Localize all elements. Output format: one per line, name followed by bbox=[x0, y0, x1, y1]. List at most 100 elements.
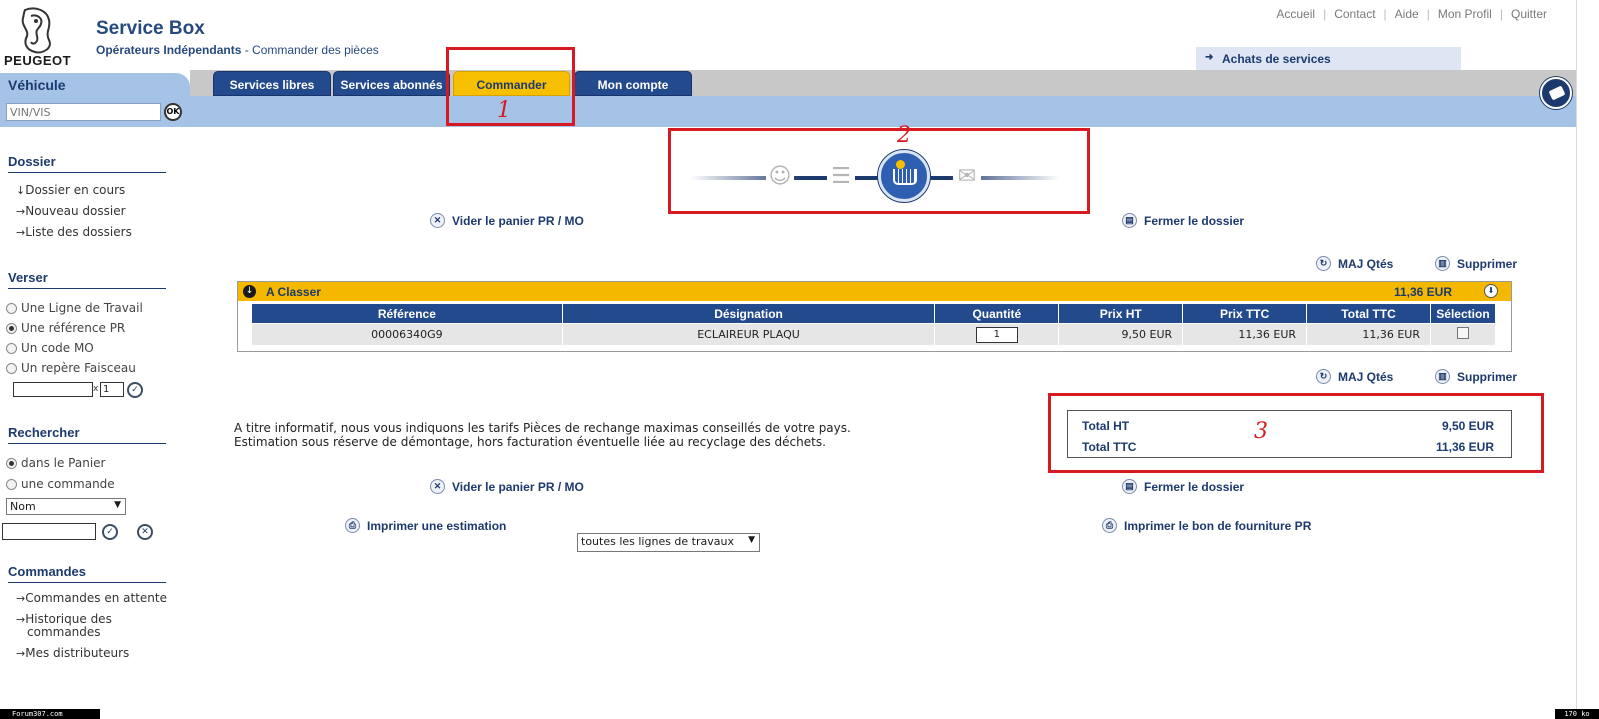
sidebar-link-liste-dossiers[interactable]: →Liste des dossiers bbox=[16, 226, 176, 240]
info-text: A titre informatif, nous vous indiquons … bbox=[234, 421, 851, 449]
tab-services-abonnes[interactable]: Services abonnés bbox=[333, 71, 450, 96]
radio-une-commande[interactable]: une commande bbox=[6, 477, 115, 491]
link-label: Historique des commandes bbox=[25, 612, 112, 639]
radio-dans-panier[interactable]: dans le Panier bbox=[6, 456, 105, 470]
supprimer-top-button[interactable]: ▥ Supprimer bbox=[1435, 256, 1517, 271]
info-line: A titre informatif, nous vous indiquons … bbox=[234, 421, 851, 435]
action-label: Vider le panier PR / MO bbox=[452, 479, 584, 494]
close-icon: ✕ bbox=[430, 213, 445, 228]
col-selection: Sélection bbox=[1429, 303, 1497, 324]
achats-services-button[interactable]: ➜ Achats de services bbox=[1196, 47, 1461, 71]
cell-quantite: 1 bbox=[934, 323, 1060, 346]
recherche-validate-button[interactable]: ✓ bbox=[102, 524, 118, 540]
scrollbar[interactable] bbox=[1576, 0, 1599, 719]
cell-prix-ht: 9,50 EUR bbox=[1058, 323, 1184, 346]
vin-input[interactable] bbox=[6, 103, 161, 121]
radio-indicator[interactable] bbox=[6, 362, 17, 374]
radio-indicator[interactable] bbox=[6, 457, 17, 469]
basket-header bbox=[238, 282, 1511, 301]
qty-separator: x bbox=[93, 384, 99, 394]
vin-ok-button[interactable]: OK bbox=[164, 103, 182, 121]
fermer-dossier-bottom-button[interactable]: ▤ Fermer le dossier bbox=[1122, 479, 1244, 494]
maj-qtes-bottom-button[interactable]: ↻ MAJ Qtés bbox=[1316, 369, 1393, 384]
annotation-box-2 bbox=[668, 128, 1090, 214]
supprimer-bottom-button[interactable]: ▥ Supprimer bbox=[1435, 369, 1517, 384]
sidebar-link-commandes-attente[interactable]: →Commandes en attente bbox=[16, 591, 176, 606]
radio-indicator[interactable] bbox=[6, 478, 17, 490]
link-mon-profil[interactable]: Mon Profil bbox=[1430, 7, 1500, 21]
selection-checkbox[interactable] bbox=[1456, 327, 1469, 339]
arrow-down-icon[interactable]: ↓ bbox=[243, 285, 256, 298]
vehicle-tool-icon[interactable] bbox=[1540, 77, 1572, 109]
verser-reference-input[interactable] bbox=[13, 382, 93, 397]
link-label: Commandes en attente bbox=[25, 591, 167, 605]
folder-close-icon: ▤ bbox=[1122, 213, 1137, 228]
check-icon: ✓ bbox=[106, 527, 114, 537]
sidebar-link-nouveau-dossier[interactable]: →Nouveau dossier bbox=[16, 205, 176, 219]
action-label: Supprimer bbox=[1457, 369, 1518, 384]
arrow-right-icon: → bbox=[16, 613, 26, 626]
annotation-box-3 bbox=[1048, 393, 1544, 473]
vider-panier-top-button[interactable]: ✕ Vider le panier PR / MO bbox=[430, 213, 584, 228]
basket-title: A Classer bbox=[266, 285, 321, 299]
radio-reference-pr[interactable]: Une référence PR bbox=[6, 321, 125, 335]
radio-label: Un repère Faisceau bbox=[21, 361, 136, 375]
cell-selection bbox=[1429, 323, 1497, 346]
sidebar-commandes-title: Commandes bbox=[8, 564, 166, 583]
radio-code-mo[interactable]: Un code MO bbox=[6, 341, 94, 355]
fermer-dossier-top-button[interactable]: ▤ Fermer le dossier bbox=[1122, 213, 1244, 228]
action-label: Fermer le dossier bbox=[1144, 479, 1245, 494]
col-total-ttc: Total TTC bbox=[1306, 303, 1431, 324]
footer-watermark: Forum307.com bbox=[0, 709, 100, 719]
vehicule-tab[interactable]: Véhicule bbox=[0, 73, 190, 96]
link-contact[interactable]: Contact bbox=[1326, 7, 1383, 21]
sidebar-link-historique[interactable]: →Historique des commandes bbox=[16, 613, 126, 639]
col-prix-ttc: Prix TTC bbox=[1182, 303, 1308, 324]
refresh-icon: ↻ bbox=[1316, 369, 1331, 384]
imprimer-estimation-button[interactable]: ⎙ Imprimer une estimation bbox=[345, 518, 506, 533]
link-quitter[interactable]: Quitter bbox=[1503, 7, 1555, 21]
link-accueil[interactable]: Accueil bbox=[1268, 7, 1323, 21]
recherche-input[interactable] bbox=[2, 523, 96, 540]
download-icon[interactable]: ⬇ bbox=[1484, 284, 1498, 298]
lignes-travaux-select[interactable]: toutes les lignes de travaux ▼ bbox=[577, 533, 760, 552]
maj-qtes-top-button[interactable]: ↻ MAJ Qtés bbox=[1316, 256, 1393, 271]
sidebar-rechercher-title: Rechercher bbox=[8, 425, 166, 444]
cell-reference: 00006340G9 bbox=[251, 323, 563, 346]
radio-indicator[interactable] bbox=[6, 322, 17, 334]
subtitle-bold: Opérateurs Indépendants bbox=[96, 43, 242, 57]
arrow-right-icon: → bbox=[16, 205, 26, 218]
quantity-input[interactable]: 1 bbox=[975, 326, 1018, 343]
tab-mon-compte[interactable]: Mon compte bbox=[574, 71, 692, 96]
close-icon: ✕ bbox=[141, 527, 149, 537]
radio-indicator[interactable] bbox=[6, 302, 17, 314]
link-label: Mes distributeurs bbox=[25, 646, 130, 660]
imprimer-bon-button[interactable]: ⎙ Imprimer le bon de fourniture PR bbox=[1102, 518, 1311, 533]
action-label: MAJ Qtés bbox=[1338, 256, 1394, 271]
radio-indicator[interactable] bbox=[6, 342, 17, 354]
col-designation: Désignation bbox=[561, 303, 936, 324]
recherche-field-select[interactable]: Nom ▼ bbox=[6, 498, 126, 515]
basket-lines-table: Référence Désignation Quantité Prix HT P… bbox=[251, 303, 1497, 346]
recherche-clear-button[interactable]: ✕ bbox=[137, 524, 153, 540]
verser-qty-input[interactable]: 1 bbox=[100, 382, 124, 397]
sidebar-link-distributeurs[interactable]: →Mes distributeurs bbox=[16, 646, 176, 661]
refresh-icon: ↻ bbox=[1316, 256, 1331, 271]
radio-label: dans le Panier bbox=[21, 456, 106, 470]
link-aide[interactable]: Aide bbox=[1387, 7, 1427, 21]
radio-ligne-travail[interactable]: Une Ligne de Travail bbox=[6, 301, 143, 315]
vider-panier-bottom-button[interactable]: ✕ Vider le panier PR / MO bbox=[430, 479, 584, 494]
sub-nav-bar bbox=[0, 96, 1576, 127]
verser-validate-button[interactable]: ✓ bbox=[127, 382, 143, 398]
table-header-row: Référence Désignation Quantité Prix HT P… bbox=[251, 303, 1497, 324]
arrow-right-icon: → bbox=[16, 592, 26, 605]
arrow-right-icon: → bbox=[16, 226, 26, 239]
radio-repere-faisceau[interactable]: Un repère Faisceau bbox=[6, 361, 136, 375]
sidebar-link-dossier-en-cours[interactable]: ↓Dossier en cours bbox=[16, 184, 176, 198]
cell-prix-ttc: 11,36 EUR bbox=[1182, 323, 1308, 346]
arrow-right-icon: ➜ bbox=[1205, 52, 1214, 63]
tab-services-libres[interactable]: Services libres bbox=[213, 71, 331, 96]
select-value: toutes les lignes de travaux bbox=[581, 535, 734, 548]
sidebar-verser-title: Verser bbox=[8, 270, 166, 289]
printer-icon: ⎙ bbox=[345, 518, 360, 533]
